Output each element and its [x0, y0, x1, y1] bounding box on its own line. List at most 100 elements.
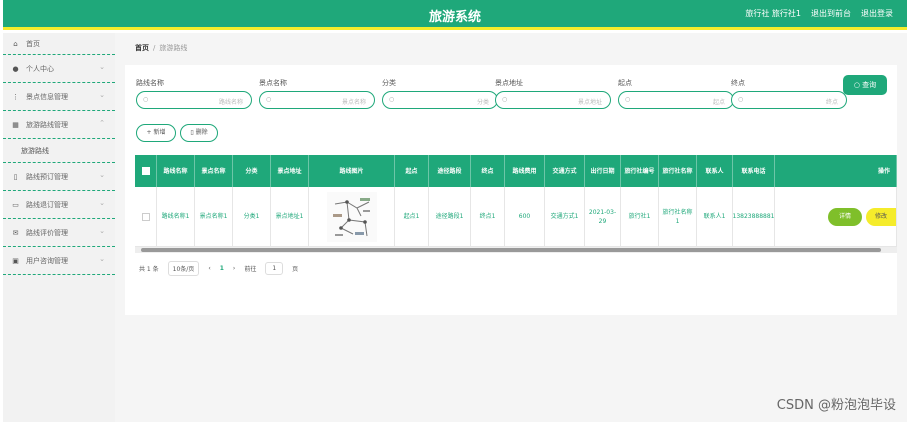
- home-icon: ⌂: [13, 39, 18, 48]
- column-header: 路线费用: [505, 155, 545, 187]
- breadcrumb-home[interactable]: 首页: [135, 44, 149, 52]
- address-input[interactable]: ○ 景点地址: [495, 91, 611, 109]
- query-button[interactable]: ○ 查询: [843, 75, 887, 95]
- search-icon: ○: [143, 96, 149, 103]
- placeholder: 景点名称: [341, 99, 366, 106]
- sidebar-item-refund[interactable]: ▭ 路线退订管理 ⌄: [3, 191, 115, 219]
- search-icon: ○: [502, 96, 508, 103]
- sidebar-item-label: 用户咨询管理: [26, 256, 68, 265]
- sidebar-item-label: 路线预订管理: [26, 172, 68, 181]
- pagination: 共 1 条 10条/页 ‹ 1 › 前往 1 页: [139, 261, 298, 276]
- row-select-cell[interactable]: [135, 187, 157, 246]
- goto-page-input[interactable]: 1: [265, 262, 284, 275]
- grid-icon: ▦: [12, 120, 19, 129]
- app: 旅游系统 旅行社 旅行社1 退出到前台 退出登录 ⌂ 首页 ● 个人中心 ⌄ ⋮…: [0, 0, 910, 422]
- filter-label-spot-name: 景点名称: [259, 79, 287, 87]
- prev-page-button[interactable]: ‹: [208, 265, 210, 272]
- column-header: 路线图片: [309, 155, 395, 187]
- user-icon: ▣: [12, 256, 19, 265]
- spot-name-input[interactable]: ○ 景点名称: [259, 91, 375, 109]
- edit-button-label: 修改: [874, 212, 887, 220]
- category-input[interactable]: ○ 分类: [382, 91, 498, 109]
- search-icon: ○: [266, 96, 272, 103]
- sidebar-item-home[interactable]: ⌂ 首页: [3, 33, 115, 55]
- scenic-icon: ⋮: [12, 92, 19, 101]
- submenu-item-route-list[interactable]: 旅游路线: [3, 139, 115, 163]
- select-all-checkbox[interactable]: [141, 167, 150, 175]
- cell-via: 途径路段1: [429, 187, 471, 246]
- sidebar-item-routes[interactable]: ▦ 旅游路线管理 ⌃: [3, 111, 115, 139]
- placeholder: 分类: [476, 99, 489, 106]
- breadcrumb-current: 旅游路线: [159, 44, 188, 52]
- goto-prefix: 前往: [244, 266, 257, 273]
- route-name-input[interactable]: ○ 路线名称: [136, 91, 252, 109]
- sidebar-item-booking[interactable]: ▯ 路线预订管理 ⌄: [3, 163, 115, 191]
- back-to-front-link[interactable]: 退出到前台: [811, 8, 851, 19]
- cell-start: 起点1: [395, 187, 429, 246]
- logout-link[interactable]: 退出登录: [861, 8, 893, 19]
- select-all-cell[interactable]: [135, 155, 157, 187]
- edit-button[interactable]: 修改: [866, 207, 896, 226]
- chevron-down-icon: ⌄: [99, 63, 105, 71]
- filter-label-category: 分类: [382, 79, 396, 87]
- current-page[interactable]: 1: [220, 265, 224, 272]
- column-header: 旅行社编号: [621, 155, 659, 187]
- user-label: 旅行社 旅行社1: [745, 9, 801, 18]
- query-button-label: 查询: [862, 81, 877, 89]
- cell-route-name: 路线名称1: [157, 187, 195, 246]
- column-header: 操作: [775, 155, 897, 187]
- breadcrumb: 首页 / 旅游路线: [135, 43, 187, 53]
- cell-end: 终点1: [471, 187, 505, 246]
- filter-label-end: 终点: [731, 79, 745, 87]
- cell-agency-no: 旅行社1: [621, 187, 659, 246]
- end-input[interactable]: ○ 终点: [731, 91, 847, 109]
- cell-category: 分类1: [233, 187, 271, 246]
- filter-label-address: 景点地址: [495, 79, 523, 87]
- cell-address: 景点地址1: [271, 187, 309, 246]
- chevron-up-icon: ⌃: [99, 119, 105, 127]
- cell-route-image: [309, 187, 395, 246]
- detail-button-label: 详情: [838, 212, 851, 220]
- cell-transport: 交通方式1: [545, 187, 585, 246]
- chevron-down-icon: ⌄: [99, 171, 105, 179]
- chevron-down-icon: ⌄: [99, 91, 105, 99]
- review-icon: ✉: [12, 228, 19, 237]
- search-icon: ○: [389, 96, 395, 103]
- cell-contact: 联系人1: [697, 187, 733, 246]
- column-header: 联系电话: [733, 155, 775, 187]
- person-icon: ●: [12, 64, 19, 73]
- sidebar-item-label: 个人中心: [26, 64, 54, 73]
- placeholder: 起点: [712, 99, 725, 106]
- filter-label-start: 起点: [618, 79, 632, 87]
- add-button[interactable]: + 新增: [136, 124, 176, 142]
- column-header: 出行日期: [585, 155, 621, 187]
- sidebar-item-personal[interactable]: ● 个人中心 ⌄: [3, 55, 115, 83]
- column-header: 终点: [471, 155, 505, 187]
- sidebar-item-scenic[interactable]: ⋮ 景点信息管理 ⌄: [3, 83, 115, 111]
- detail-button[interactable]: 详情: [828, 207, 862, 226]
- column-header: 景点地址: [271, 155, 309, 187]
- sidebar-item-label: 景点信息管理: [26, 92, 68, 101]
- sidebar-item-review[interactable]: ✉ 路线评价管理 ⌄: [3, 219, 115, 247]
- cell-phone: 13823888881: [733, 187, 775, 246]
- watermark-text: CSDN @粉泡泡毕设: [776, 398, 896, 413]
- filter-label-route-name: 路线名称: [136, 79, 164, 87]
- horizontal-scrollbar[interactable]: [135, 247, 897, 253]
- start-input[interactable]: ○ 起点: [618, 91, 734, 109]
- chevron-down-icon: ⌄: [99, 199, 105, 207]
- column-header: 途径路段: [429, 155, 471, 187]
- chevron-down-icon: ⌄: [99, 255, 105, 263]
- page-size-select[interactable]: 10条/页: [167, 261, 200, 276]
- sidebar-item-label: 首页: [26, 39, 40, 48]
- column-header: 景点名称: [195, 155, 233, 187]
- delete-button[interactable]: ▯ 删除: [180, 124, 218, 142]
- top-bar: 旅游系统 旅行社 旅行社1 退出到前台 退出登录: [3, 0, 907, 30]
- next-page-button[interactable]: ›: [233, 265, 235, 272]
- add-button-label: 新增: [153, 129, 166, 136]
- scrollbar-thumb[interactable]: [141, 248, 881, 252]
- sidebar-item-label: 路线退订管理: [26, 200, 68, 209]
- sidebar-item-consult[interactable]: ▣ 用户咨询管理 ⌄: [3, 247, 115, 275]
- row-checkbox[interactable]: [141, 212, 150, 221]
- booking-icon: ▯: [13, 172, 18, 181]
- data-table: 路线名称 景点名称 分类 景点地址 路线图片 起点 途径路段 终点 路线费用 交…: [135, 155, 897, 247]
